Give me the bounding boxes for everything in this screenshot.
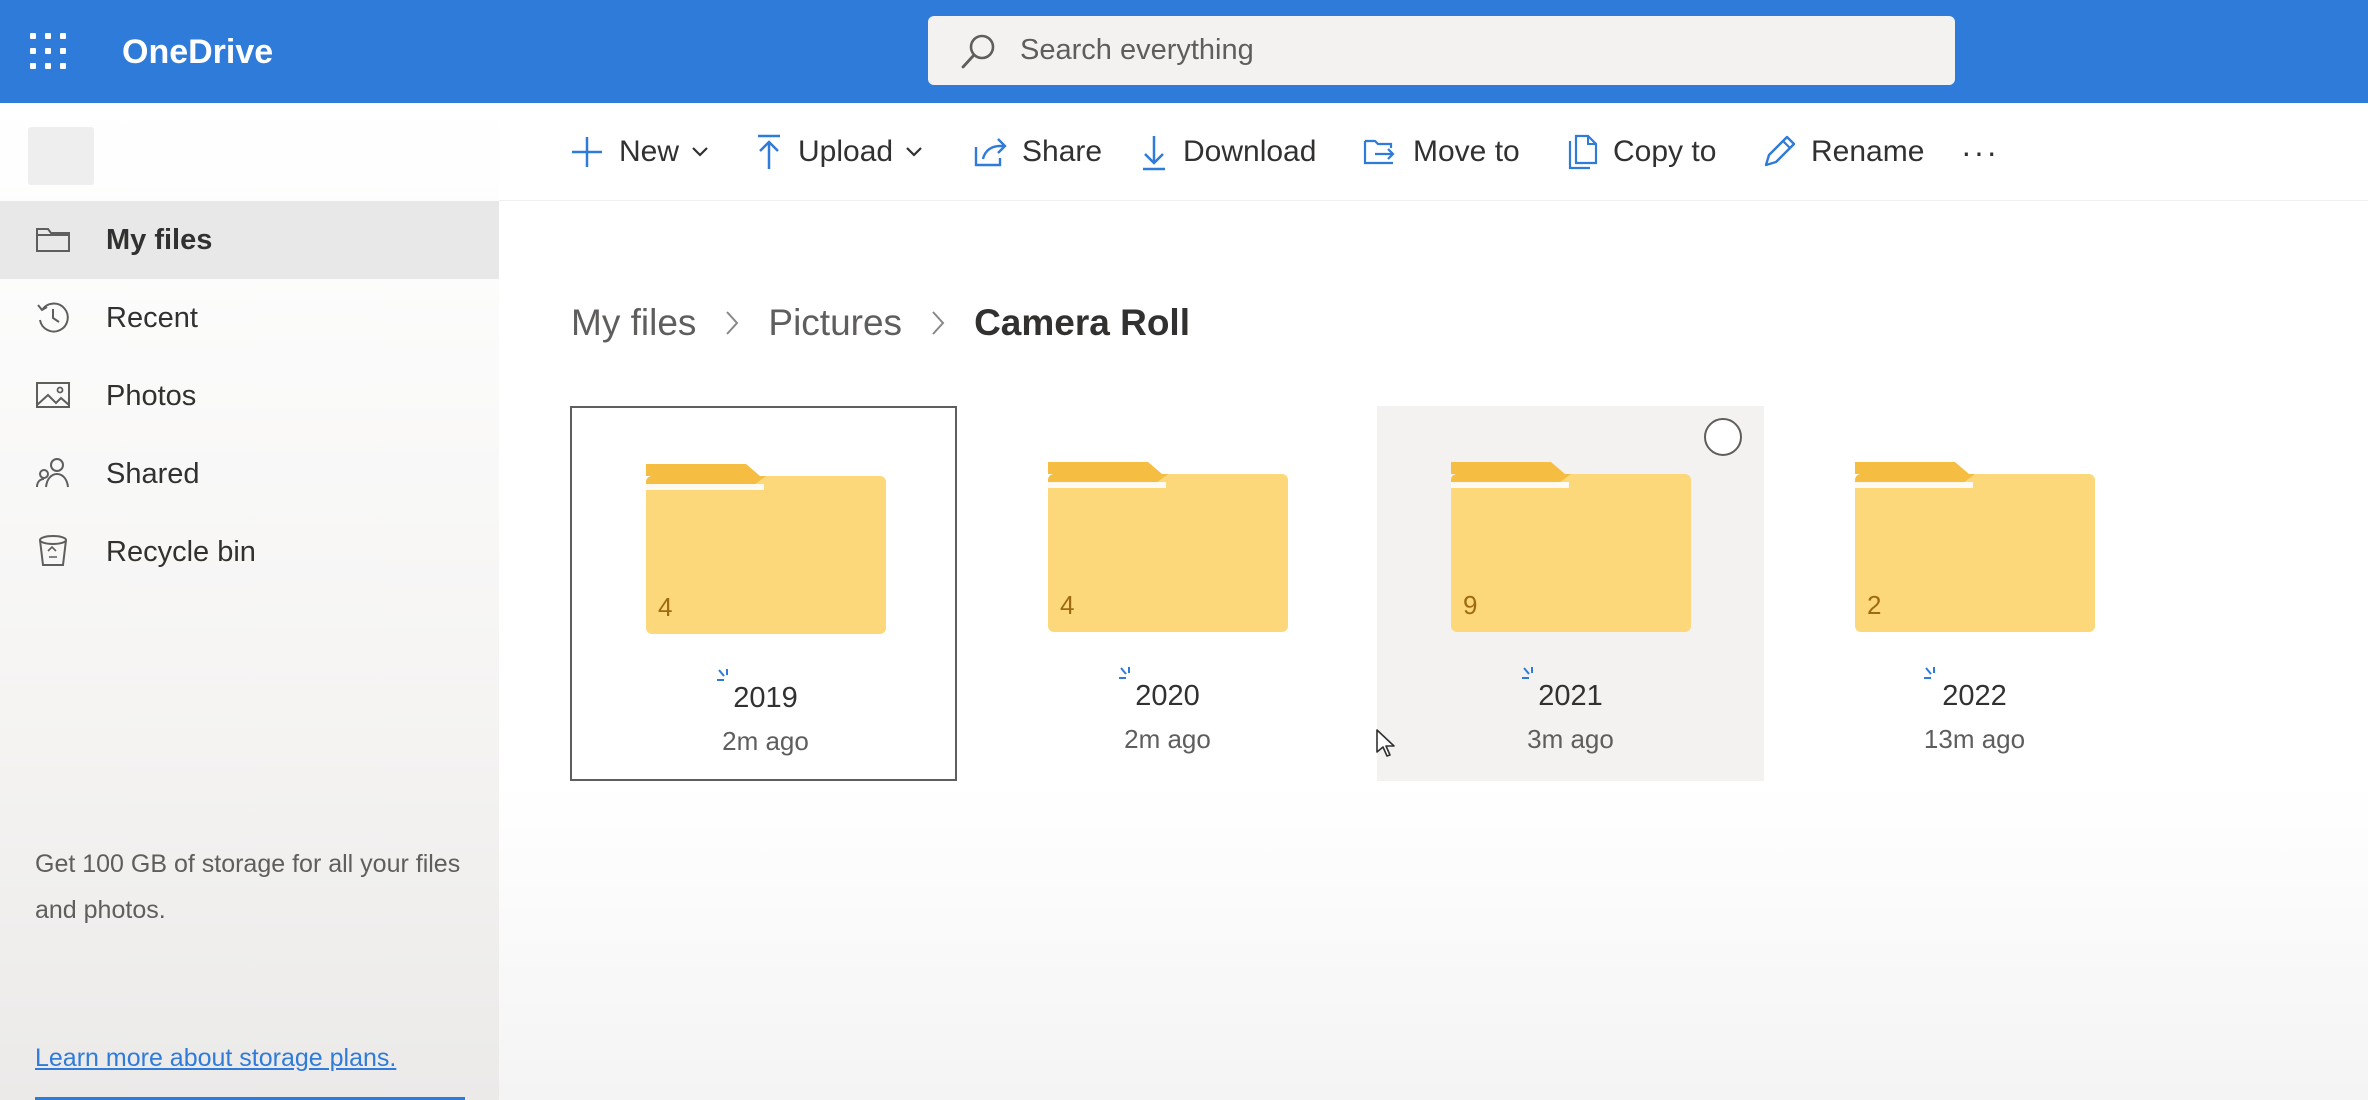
left-navigation: My files Recent Photos Shared Recycle bi… [0, 103, 499, 1100]
sidebar-item-label: My files [106, 224, 213, 256]
recycle-bin-icon [39, 535, 67, 566]
rename-label: Rename [1811, 135, 1925, 168]
move-to-button[interactable]: Move to [1363, 126, 1520, 178]
sidebar-item-shared[interactable]: Shared [0, 435, 499, 513]
sidebar-item-label: Photos [106, 380, 197, 412]
command-bar: New Upload Share Download Move to Copy t… [499, 103, 2368, 201]
folder-icon [646, 464, 886, 634]
folder-icon [1855, 462, 2095, 632]
account-placeholder [28, 127, 94, 185]
plus-icon [572, 137, 602, 167]
folder-name: 2022 [1942, 680, 2007, 712]
rename-button[interactable]: Rename [1761, 126, 1924, 178]
search-icon [961, 34, 995, 69]
folder-modified-time: 2m ago [722, 726, 809, 756]
rename-pencil-icon [1764, 135, 1796, 167]
storage-promo-text: Get 100 GB of storage for all your files… [35, 850, 461, 924]
chevron-right-icon [930, 309, 946, 337]
breadcrumb-current-camera-roll: Camera Roll [974, 302, 1190, 343]
sidebar-item-recent[interactable]: Recent [0, 279, 499, 357]
sidebar-item-my-files[interactable]: My files [0, 201, 499, 279]
folder-tile-2021[interactable]: 9 2021 3m ago [1377, 406, 1764, 781]
photo-icon [36, 382, 70, 408]
app-title[interactable]: OneDrive [122, 30, 273, 74]
folder-name: 2019 [733, 682, 798, 714]
breadcrumb-item-pictures[interactable]: Pictures [768, 302, 902, 344]
search-input[interactable] [1020, 28, 1920, 73]
folder-modified-time: 3m ago [1527, 724, 1614, 754]
sidebar-item-label: Recycle bin [106, 536, 256, 568]
chevron-down-icon [692, 147, 708, 157]
folder-icon [36, 228, 70, 252]
upload-icon [758, 134, 780, 169]
folder-tile-2019[interactable]: 4 2019 2m ago [570, 406, 957, 781]
folder-name: 2020 [1135, 680, 1200, 712]
folder-tile-2020[interactable]: 4 2020 2m ago [974, 406, 1361, 781]
share-label: Share [1022, 135, 1103, 168]
move-to-icon [1363, 139, 1395, 165]
top-bar: OneDrive [0, 0, 2368, 103]
folder-item-count: 4 [1060, 590, 1075, 620]
copy-to-icon [1568, 134, 1598, 170]
folder-name: 2021 [1538, 680, 1603, 712]
copy-to-label: Copy to [1613, 135, 1717, 168]
folder-item-count: 2 [1867, 590, 1882, 620]
chevron-down-icon [906, 147, 922, 157]
mouse-pointer-icon [1376, 729, 1395, 757]
share-button[interactable]: Share [972, 126, 1102, 178]
new-label: New [619, 135, 680, 168]
breadcrumb-item-my-files[interactable]: My files [571, 302, 696, 344]
more-options-icon: ··· [1961, 133, 1999, 170]
folder-icon [1451, 462, 1691, 632]
download-icon [1143, 136, 1165, 171]
app-launcher-icon[interactable] [30, 33, 72, 69]
select-checkbox[interactable] [1704, 418, 1742, 456]
move-to-label: Move to [1413, 135, 1520, 168]
folder-item-count: 4 [658, 592, 673, 622]
folder-icon [1048, 462, 1288, 632]
breadcrumb: My files Pictures Camera Roll [571, 297, 1190, 349]
search-box[interactable] [928, 16, 1955, 85]
download-button[interactable]: Download [1139, 126, 1316, 178]
share-icon [974, 138, 1007, 167]
folder-item-count: 9 [1463, 590, 1478, 620]
upload-label: Upload [798, 135, 894, 168]
storage-plans-link[interactable]: Learn more about storage plans. [35, 1035, 396, 1081]
sidebar-item-recycle-bin[interactable]: Recycle bin [0, 513, 499, 591]
copy-to-button[interactable]: Copy to [1567, 126, 1716, 178]
download-label: Download [1183, 135, 1317, 168]
new-button[interactable]: New [569, 126, 709, 178]
sidebar-item-photos[interactable]: Photos [0, 357, 499, 435]
chevron-right-icon [724, 309, 740, 337]
folder-tile-2022[interactable]: 2 2022 13m ago [1781, 406, 2168, 781]
folder-modified-time: 2m ago [1124, 724, 1211, 754]
history-icon [37, 302, 69, 333]
shared-people-icon [36, 458, 69, 488]
folder-modified-time: 13m ago [1923, 724, 2026, 754]
sidebar-item-label: Shared [106, 458, 200, 490]
upload-button[interactable]: Upload [754, 126, 923, 178]
more-options-button[interactable]: ··· [1961, 126, 1999, 178]
sidebar-item-label: Recent [106, 302, 198, 334]
